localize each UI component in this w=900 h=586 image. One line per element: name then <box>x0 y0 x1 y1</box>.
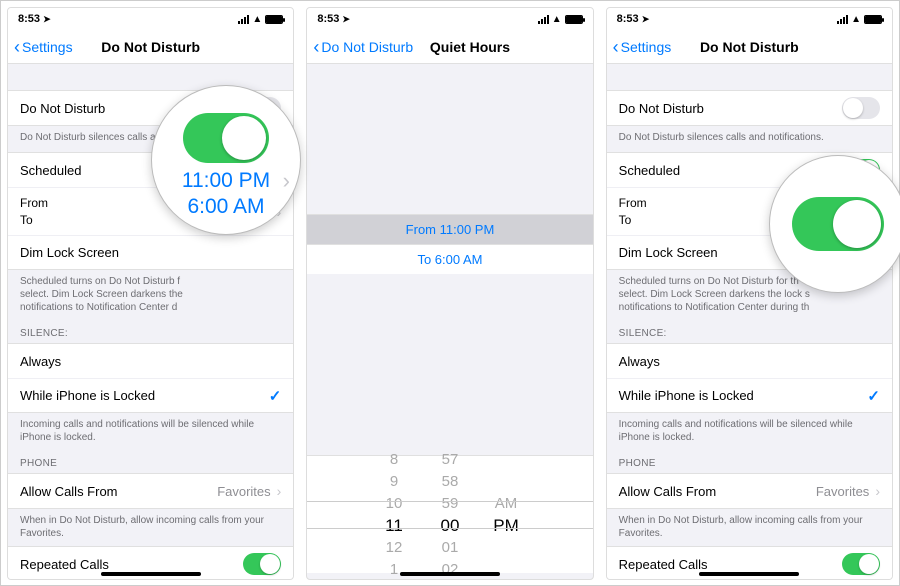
allow-calls-footer: When in Do Not Disturb, allow incoming c… <box>8 509 293 540</box>
wifi-icon: ▲ <box>552 14 562 25</box>
home-indicator[interactable] <box>699 572 799 576</box>
wifi-icon: ▲ <box>252 14 262 25</box>
cell-signal-icon <box>538 15 549 24</box>
dim-lock-row[interactable]: Dim Lock Screen <box>8 235 293 269</box>
magnifier-scheduled-toggle: 11:00 PM6:00 AM › <box>151 85 301 235</box>
location-icon: ➤ <box>642 14 650 25</box>
silence-always-row[interactable]: Always <box>8 344 293 378</box>
chevron-right-icon: › <box>283 168 290 194</box>
silence-header: SILENCE: <box>8 314 293 343</box>
status-bar: 8:53 ➤ ▲ <box>307 8 592 30</box>
silence-footer: Incoming calls and notifications will be… <box>607 413 892 444</box>
chevron-right-icon: › <box>277 483 282 499</box>
silence-header: SILENCE: <box>607 314 892 343</box>
nav-bar: ‹Do Not Disturb Quiet Hours <box>307 30 592 64</box>
dnd-toggle[interactable] <box>842 97 880 119</box>
chevron-left-icon: ‹ <box>613 38 619 56</box>
chevron-left-icon: ‹ <box>313 38 319 56</box>
schedule-times-zoom: 11:00 PM6:00 AM <box>152 168 300 221</box>
screen-quiet-hours: 8:53 ➤ ▲ ‹Do Not Disturb Quiet Hours Fro… <box>306 7 593 580</box>
cell-signal-icon <box>837 15 848 24</box>
from-time-row[interactable]: From 11:00 PM <box>307 214 592 244</box>
scheduled-footer: Scheduled turns on Do Not Disturb f sele… <box>8 270 293 314</box>
silence-footer: Incoming calls and notifications will be… <box>8 413 293 444</box>
allow-calls-row[interactable]: Allow Calls FromFavorites› <box>8 474 293 508</box>
cell-signal-icon <box>238 15 249 24</box>
battery-icon <box>864 15 882 24</box>
phone-header: PHONE <box>8 444 293 473</box>
battery-icon <box>565 15 583 24</box>
chevron-right-icon: › <box>875 483 880 499</box>
location-icon: ➤ <box>342 14 350 25</box>
silence-always-row[interactable]: Always <box>607 344 892 378</box>
battery-icon <box>265 15 283 24</box>
repeated-calls-toggle[interactable] <box>842 553 880 575</box>
dim-toggle-zoom <box>792 197 884 251</box>
back-button[interactable]: ‹Settings <box>607 38 672 56</box>
dnd-footer: Do Not Disturb silences calls and notifi… <box>607 126 892 144</box>
status-bar: 8:53 ➤ ▲ <box>8 8 293 30</box>
chevron-left-icon: ‹ <box>14 38 20 56</box>
nav-bar: ‹Settings Do Not Disturb <box>8 30 293 64</box>
time-picker[interactable]: 8910 11121 575859 000102 AM PM <box>307 455 592 573</box>
screen-dnd-settings-3: 8:53 ➤ ▲ ‹Settings Do Not Disturb Do Not… <box>606 7 893 580</box>
phone-header: PHONE <box>607 444 892 473</box>
check-icon: ✓ <box>269 387 282 405</box>
allow-calls-row[interactable]: Allow Calls FromFavorites› <box>607 474 892 508</box>
check-icon: ✓ <box>867 387 880 405</box>
allow-calls-footer: When in Do Not Disturb, allow incoming c… <box>607 509 892 540</box>
back-button[interactable]: ‹Do Not Disturb <box>307 38 413 56</box>
location-icon: ➤ <box>43 14 51 25</box>
scheduled-toggle-zoom <box>183 113 269 163</box>
to-time-row[interactable]: To 6:00 AM <box>307 244 592 274</box>
magnifier-dim-toggle <box>769 155 900 293</box>
home-indicator[interactable] <box>101 572 201 576</box>
nav-bar: ‹Settings Do Not Disturb <box>607 30 892 64</box>
repeated-calls-toggle[interactable] <box>243 553 281 575</box>
silence-locked-row[interactable]: While iPhone is Locked✓ <box>607 378 892 412</box>
home-indicator[interactable] <box>400 572 500 576</box>
dnd-row[interactable]: Do Not Disturb <box>607 91 892 125</box>
status-bar: 8:53 ➤ ▲ <box>607 8 892 30</box>
silence-locked-row[interactable]: While iPhone is Locked✓ <box>8 378 293 412</box>
wifi-icon: ▲ <box>851 14 861 25</box>
back-button[interactable]: ‹Settings <box>8 38 73 56</box>
